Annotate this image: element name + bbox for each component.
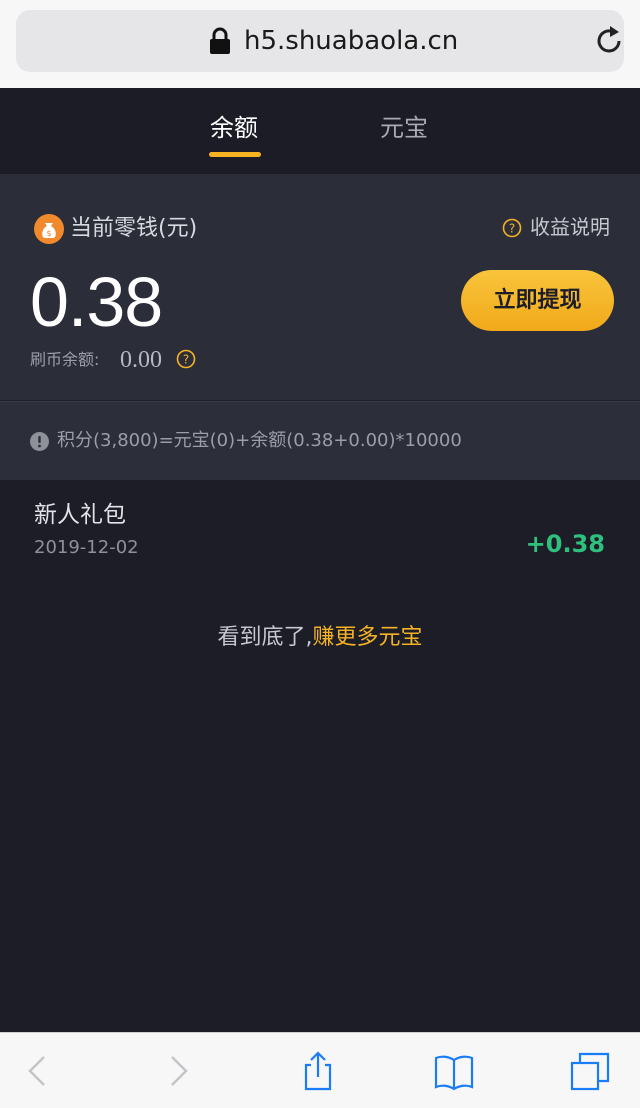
page: h5.shuabaola.cn 余额 元宝 $ 当前零钱(元) ? 收益说明 0… <box>0 0 640 1108</box>
points-formula-text: 积分(3,800)=元宝(0)+余额(0.38+0.00)*10000 <box>57 430 462 451</box>
current-balance-label: 当前零钱(元) <box>70 216 198 241</box>
money-bag-icon: $ <box>34 214 64 244</box>
lock-icon <box>210 27 230 54</box>
back-icon[interactable] <box>22 1051 62 1091</box>
record-title: 新人礼包 <box>34 502 126 528</box>
forward-icon[interactable] <box>162 1051 202 1091</box>
withdraw-button[interactable]: 立即提现 <box>461 270 614 331</box>
end-of-list-message: 看到底了,赚更多元宝 <box>0 620 640 656</box>
svg-text:?: ? <box>509 222 515 236</box>
share-icon[interactable] <box>298 1051 338 1091</box>
reload-icon[interactable] <box>592 24 626 58</box>
list-item: 新人礼包 2019-12-02 +0.38 <box>0 480 640 580</box>
tabs-icon[interactable] <box>570 1051 610 1091</box>
balance-amount: 0.38 <box>30 263 163 341</box>
alert-icon <box>30 432 49 451</box>
end-of-list-text: 看到底了, <box>217 625 313 650</box>
balance-card: $ 当前零钱(元) ? 收益说明 0.38 立即提现 刷币余额: 0.00 ? <box>0 174 640 400</box>
points-formula-bar: 积分(3,800)=元宝(0)+余额(0.38+0.00)*10000 <box>0 401 640 480</box>
coin-balance-label: 刷币余额: <box>30 350 100 369</box>
url-text: h5.shuabaola.cn <box>244 26 459 56</box>
coin-balance-value: 0.00 <box>120 347 162 373</box>
tab-yuanbao[interactable]: 元宝 <box>366 108 442 148</box>
bookmarks-icon[interactable] <box>434 1051 474 1091</box>
svg-text:$: $ <box>46 229 51 238</box>
earn-more-link[interactable]: 赚更多元宝 <box>312 625 422 650</box>
address-bar[interactable]: h5.shuabaola.cn <box>16 10 624 72</box>
browser-address-area: h5.shuabaola.cn <box>0 0 640 88</box>
help-circle-icon[interactable]: ? <box>502 218 522 238</box>
tab-balance[interactable]: 余额 <box>196 108 272 148</box>
help-circle-icon[interactable]: ? <box>176 349 196 369</box>
record-date: 2019-12-02 <box>34 537 139 558</box>
svg-text:?: ? <box>183 353 189 367</box>
tab-bar: 余额 元宝 <box>0 88 640 174</box>
browser-toolbar <box>0 1032 640 1108</box>
active-tab-indicator <box>209 152 261 157</box>
earnings-explanation-link[interactable]: 收益说明 <box>530 210 610 244</box>
record-amount: +0.38 <box>525 530 605 558</box>
